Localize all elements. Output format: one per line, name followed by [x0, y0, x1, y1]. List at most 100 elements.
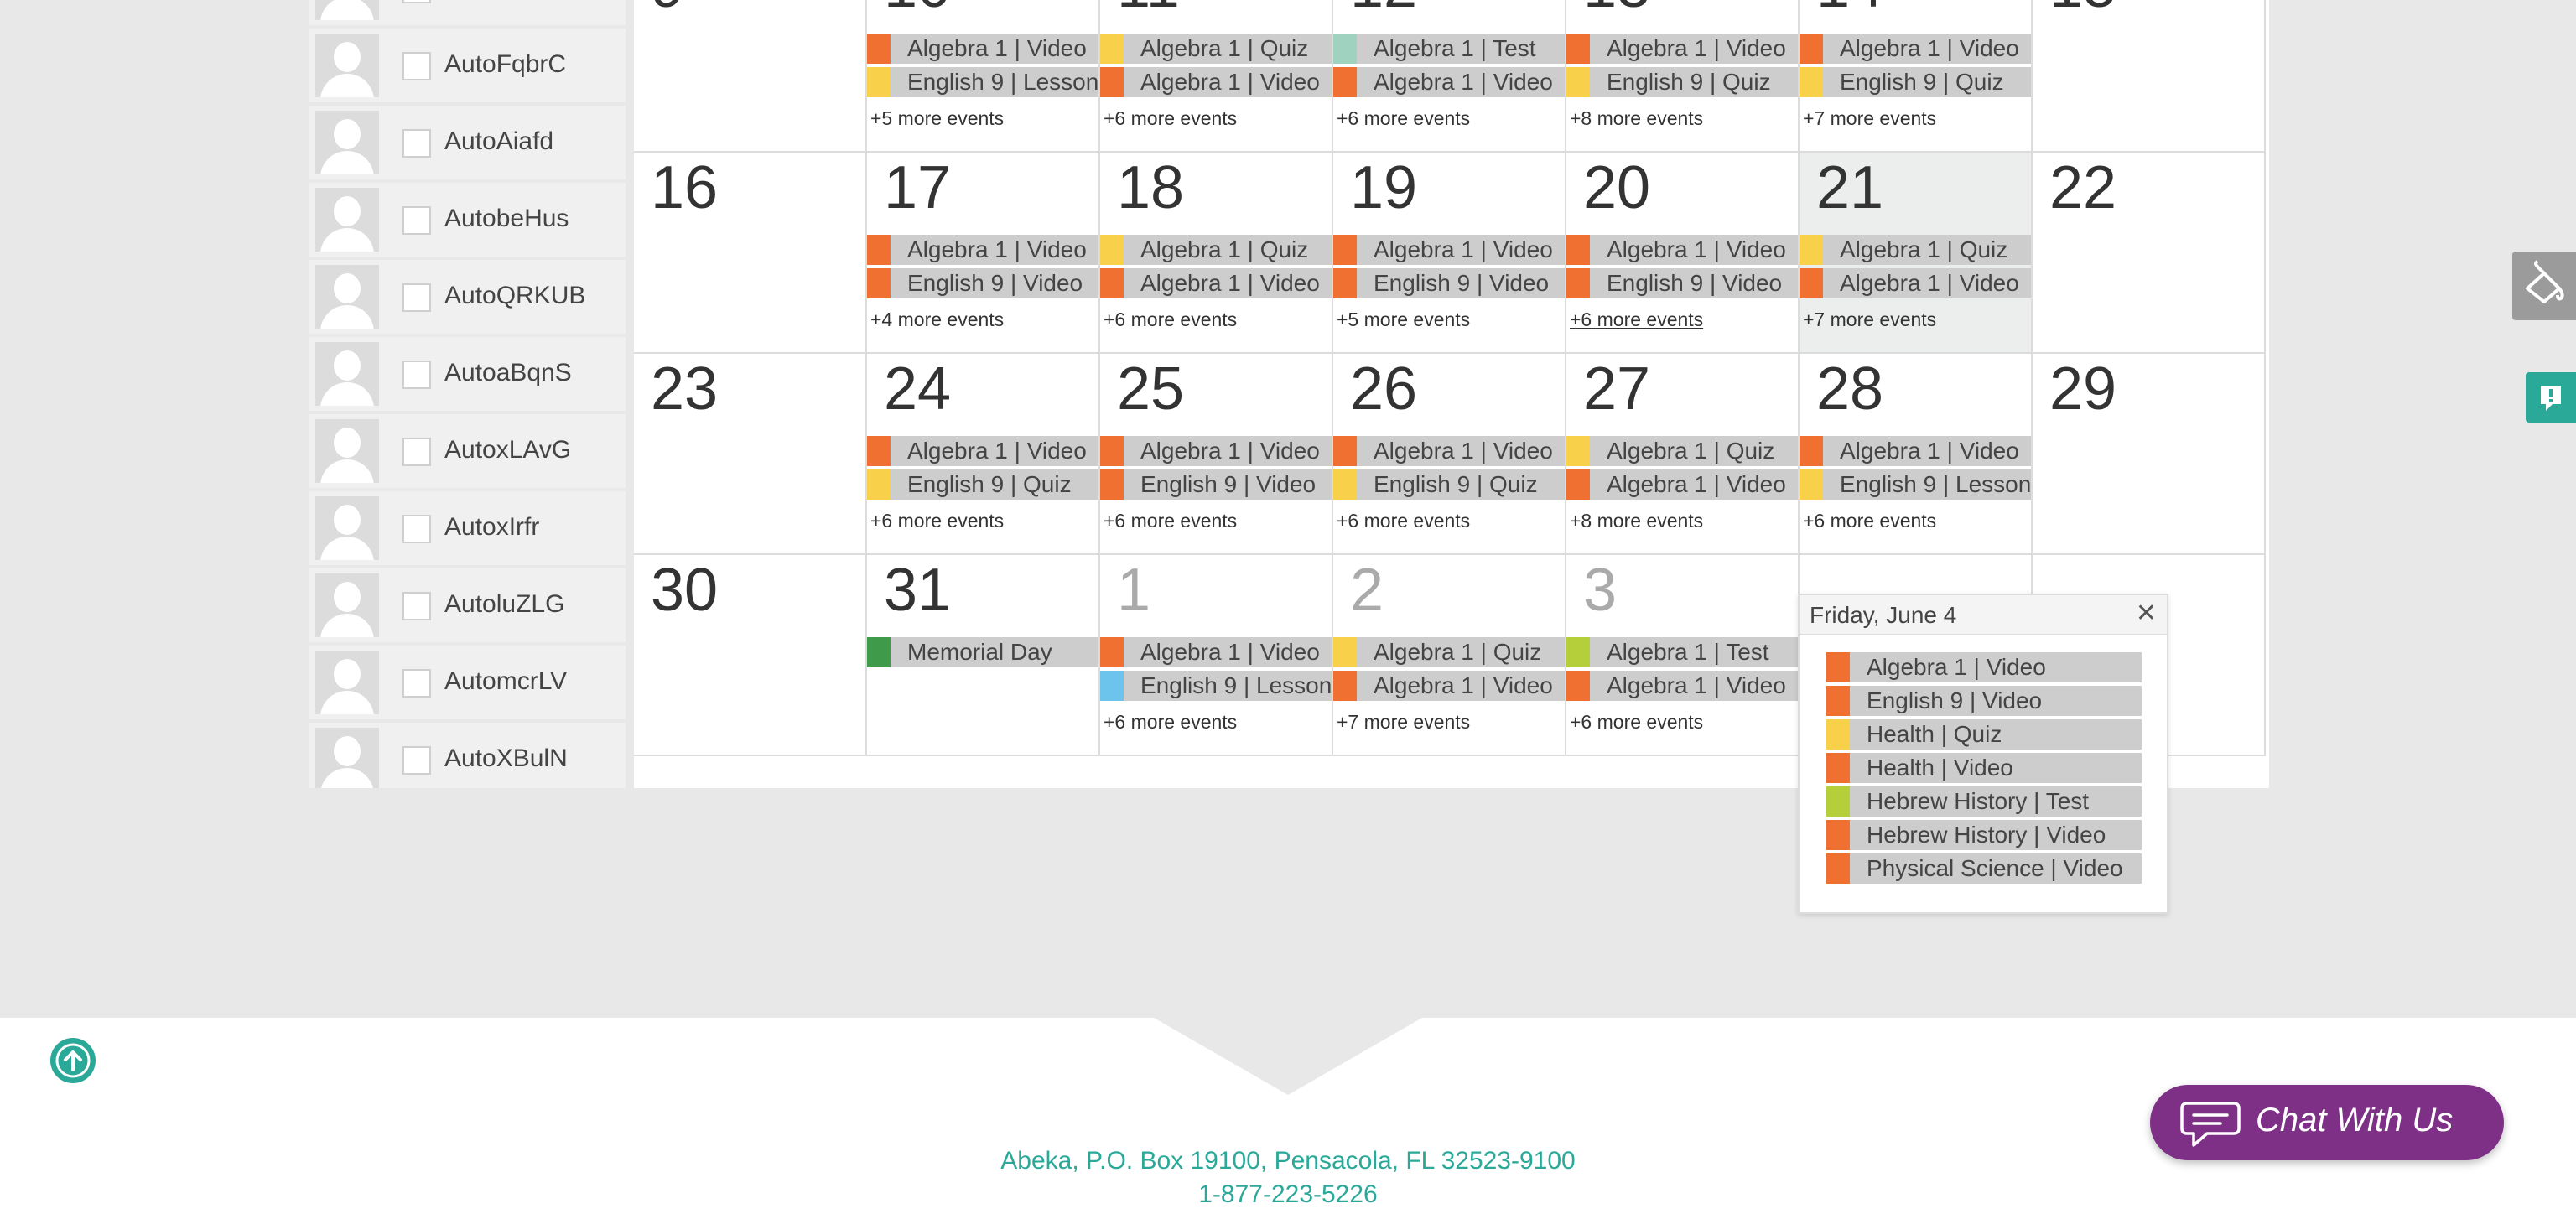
student-checkbox[interactable]	[402, 129, 431, 158]
calendar-event[interactable]: Algebra 1 | Video	[1100, 268, 1332, 298]
calendar-event[interactable]: English 9 | Quiz	[1333, 469, 1565, 500]
more-events-link[interactable]: +7 more events	[1803, 309, 1936, 331]
student-row[interactable]: AutoxLAvG	[309, 414, 626, 488]
footer-phone[interactable]: 1-877-223-5226	[0, 1180, 2576, 1209]
more-events-link[interactable]: +6 more events	[1337, 510, 1470, 532]
calendar-event[interactable]: English 9 | Video	[1333, 268, 1565, 298]
more-events-link[interactable]: +8 more events	[1570, 510, 1703, 532]
calendar-day-cell[interactable]: 26 Algebra 1 | Video English 9 | Quiz +6 mo…	[1333, 354, 1566, 555]
student-row[interactable]: AutoQRKUB	[309, 260, 626, 334]
close-icon[interactable]: ✕	[2136, 599, 2157, 628]
student-checkbox[interactable]	[402, 669, 431, 698]
calendar-day-cell[interactable]: 20 Algebra 1 | Video English 9 | Video +6 m…	[1566, 153, 1800, 354]
more-events-link[interactable]: +6 more events	[1104, 107, 1237, 130]
calendar-event[interactable]: Algebra 1 | Test	[1333, 34, 1565, 64]
calendar-day-cell[interactable]: 18 Algebra 1 | Quiz Algebra 1 | Video +6 mo…	[1100, 153, 1333, 354]
calendar-day-cell[interactable]: 29	[2033, 354, 2266, 555]
calendar-event[interactable]: Algebra 1 | Video	[1100, 436, 1332, 466]
more-events-link[interactable]: +6 more events	[1104, 711, 1237, 734]
student-row[interactable]: AutomcrLV	[309, 646, 626, 719]
more-events-link[interactable]: +6 more events	[1104, 510, 1237, 532]
popup-event[interactable]: English 9 | Video	[1826, 686, 2142, 716]
popup-event[interactable]: Health | Video	[1826, 753, 2142, 783]
calendar-day-cell[interactable]: 17 Algebra 1 | Video English 9 | Video +4 m…	[867, 153, 1100, 354]
calendar-day-cell[interactable]: 27 Algebra 1 | Quiz Algebra 1 | Video +8 mo…	[1566, 354, 1800, 555]
calendar-day-cell[interactable]: 19 Algebra 1 | Video English 9 | Video +5 m…	[1333, 153, 1566, 354]
calendar-event[interactable]: Algebra 1 | Video	[1566, 469, 1798, 500]
student-checkbox[interactable]	[402, 283, 431, 312]
popup-event[interactable]: Hebrew History | Test	[1826, 786, 2142, 817]
calendar-day-cell[interactable]: 21 Algebra 1 | Quiz Algebra 1 | Video +7 mo…	[1800, 153, 2033, 354]
calendar-event[interactable]: English 9 | Lesson	[1100, 671, 1332, 701]
student-checkbox[interactable]	[402, 592, 431, 620]
calendar-event[interactable]: Algebra 1 | Video	[867, 34, 1098, 64]
student-row[interactable]: AutobeHus	[309, 183, 626, 257]
calendar-day-cell[interactable]: 10 Algebra 1 | Video English 9 | Lesson +5 …	[867, 0, 1100, 153]
calendar-event[interactable]: Algebra 1 | Video	[1566, 34, 1798, 64]
popup-event[interactable]: Algebra 1 | Video	[1826, 652, 2142, 682]
calendar-day-cell[interactable]: 25 Algebra 1 | Video English 9 | Video +6 m…	[1100, 354, 1333, 555]
calendar-day-cell[interactable]: 1 Algebra 1 | Video English 9 | Lesson +6 m…	[1100, 555, 1333, 756]
calendar-event[interactable]: Algebra 1 | Quiz	[1800, 235, 2031, 265]
more-events-link[interactable]: +6 more events	[1570, 309, 1703, 331]
more-events-link[interactable]: +6 more events	[1104, 309, 1237, 331]
calendar-event[interactable]: English 9 | Quiz	[1566, 67, 1798, 97]
calendar-event[interactable]: English 9 | Quiz	[867, 469, 1098, 500]
student-checkbox[interactable]	[402, 361, 431, 389]
student-row[interactable]: AutoAiafd	[309, 106, 626, 179]
calendar-event[interactable]: Algebra 1 | Video	[1800, 268, 2031, 298]
student-checkbox[interactable]	[402, 0, 431, 3]
popup-event[interactable]: Hebrew History | Video	[1826, 820, 2142, 850]
student-checkbox[interactable]	[402, 52, 431, 80]
student-row[interactable]: AutoIvFHz	[309, 0, 626, 25]
student-checkbox[interactable]	[402, 515, 431, 543]
calendar-day-cell[interactable]: 24 Algebra 1 | Video English 9 | Quiz +6 mo…	[867, 354, 1100, 555]
student-row[interactable]: AutoFqbrC	[309, 29, 626, 102]
calendar-event[interactable]: Algebra 1 | Video	[867, 235, 1098, 265]
more-events-link[interactable]: +6 more events	[1337, 107, 1470, 130]
calendar-event[interactable]: Algebra 1 | Quiz	[1566, 436, 1798, 466]
student-checkbox[interactable]	[402, 438, 431, 466]
student-row[interactable]: AutoXBulN	[309, 723, 626, 788]
calendar-event[interactable]: Algebra 1 | Video	[1100, 637, 1332, 667]
calendar-event[interactable]: Algebra 1 | Video	[1566, 671, 1798, 701]
more-events-link[interactable]: +6 more events	[1570, 711, 1703, 734]
calendar-day-cell[interactable]: 3 Algebra 1 | Test Algebra 1 | Video +6 mor…	[1566, 555, 1800, 756]
calendar-event[interactable]: Algebra 1 | Video	[1333, 671, 1565, 701]
more-events-link[interactable]: +7 more events	[1337, 711, 1470, 734]
calendar-day-cell[interactable]: 12 Algebra 1 | Test Algebra 1 | Video +6 mo…	[1333, 0, 1566, 153]
calendar-day-cell[interactable]: 11 Algebra 1 | Quiz Algebra 1 | Video +6 mo…	[1100, 0, 1333, 153]
calendar-event[interactable]: English 9 | Lesson	[1800, 469, 2031, 500]
calendar-day-cell[interactable]: 2 Algebra 1 | Quiz Algebra 1 | Video +7 mor…	[1333, 555, 1566, 756]
back-to-top-button[interactable]	[50, 1038, 96, 1083]
popup-event[interactable]: Physical Science | Video	[1826, 853, 2142, 884]
theme-button[interactable]	[2512, 252, 2576, 320]
chat-with-us-button[interactable]: Chat With Us	[2150, 1085, 2504, 1160]
calendar-day-cell[interactable]: 28 Algebra 1 | Video English 9 | Lesson +6 …	[1800, 354, 2033, 555]
student-checkbox[interactable]	[402, 746, 431, 775]
calendar-day-cell[interactable]: 15	[2033, 0, 2266, 153]
calendar-event[interactable]: Algebra 1 | Video	[1800, 436, 2031, 466]
student-checkbox[interactable]	[402, 206, 431, 235]
calendar-event[interactable]: Memorial Day	[867, 637, 1098, 667]
calendar-event[interactable]: Algebra 1 | Video	[1800, 34, 2031, 64]
calendar-event[interactable]: Algebra 1 | Video	[1333, 67, 1565, 97]
more-events-link[interactable]: +6 more events	[1803, 510, 1936, 532]
more-events-link[interactable]: +5 more events	[1337, 309, 1470, 331]
calendar-day-cell[interactable]: 30	[634, 555, 867, 756]
more-events-link[interactable]: +6 more events	[870, 510, 1004, 532]
calendar-event[interactable]: Algebra 1 | Video	[1100, 67, 1332, 97]
calendar-event[interactable]: English 9 | Video	[867, 268, 1098, 298]
calendar-day-cell[interactable]: 22	[2033, 153, 2266, 354]
more-events-link[interactable]: +8 more events	[1570, 107, 1703, 130]
student-row[interactable]: AutoluZLG	[309, 568, 626, 642]
student-row[interactable]: AutoxIrfr	[309, 491, 626, 565]
calendar-day-cell[interactable]: 16	[634, 153, 867, 354]
calendar-event[interactable]: Algebra 1 | Quiz	[1100, 34, 1332, 64]
calendar-event[interactable]: English 9 | Video	[1566, 268, 1798, 298]
calendar-event[interactable]: Algebra 1 | Quiz	[1333, 637, 1565, 667]
feedback-button[interactable]	[2526, 372, 2576, 423]
calendar-event[interactable]: Algebra 1 | Video	[1333, 235, 1565, 265]
calendar-event[interactable]: Algebra 1 | Video	[867, 436, 1098, 466]
calendar-event[interactable]: Algebra 1 | Quiz	[1100, 235, 1332, 265]
